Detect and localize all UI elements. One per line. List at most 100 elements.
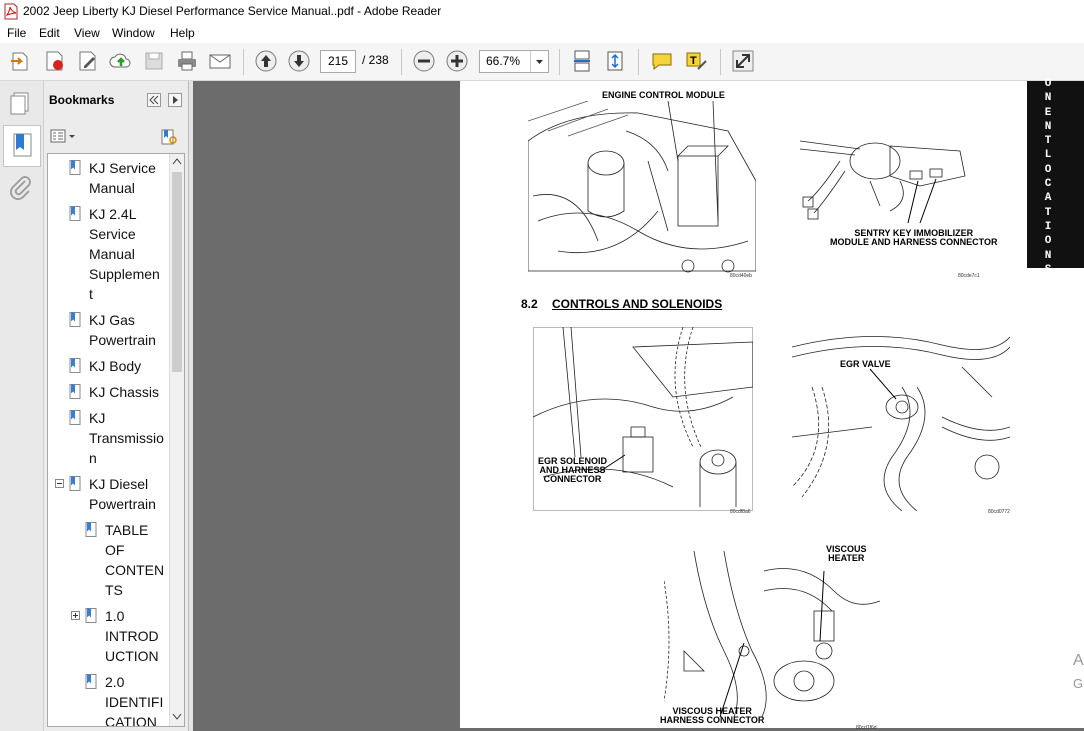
open-file-icon[interactable] <box>9 49 33 73</box>
bookmark-icon <box>85 674 97 689</box>
callout-egr-valve: EGR VALVE <box>840 359 891 369</box>
bookmark-item[interactable]: TABLE OF CONTEN TS <box>105 520 164 600</box>
expand-icon[interactable] <box>71 611 80 620</box>
bookmarks-panel: Bookmarks KJ Service Manual KJ 2.4L Service… <box>44 81 189 731</box>
bookmark-label-line: KJ Gas <box>89 312 135 328</box>
menu-help[interactable]: Help <box>170 26 195 40</box>
bookmark-item[interactable]: KJ Service Manual <box>89 158 156 198</box>
email-icon[interactable] <box>208 49 232 73</box>
attachment-icon[interactable] <box>5 173 37 205</box>
comment-icon[interactable] <box>650 49 674 73</box>
bookmark-icon <box>69 410 81 425</box>
bookmark-label-line: OF <box>105 542 125 558</box>
bookmark-icon <box>69 160 81 175</box>
page-number-input[interactable]: 215 <box>320 50 356 73</box>
expand-icon[interactable] <box>731 49 755 73</box>
collapse-icon[interactable] <box>55 479 64 488</box>
print-icon[interactable] <box>175 49 199 73</box>
toolbar-divider <box>401 49 402 75</box>
menu-edit[interactable]: Edit <box>39 26 60 40</box>
zoom-out-icon[interactable] <box>412 49 436 73</box>
callout-egr-solenoid: EGR SOLENOID AND HARNESS CONNECTOR <box>538 456 608 484</box>
zoom-in-icon[interactable] <box>445 49 469 73</box>
bookmark-label-line: Powertrain <box>89 332 156 348</box>
previous-page-icon[interactable] <box>254 49 278 73</box>
bookmark-icon <box>69 476 81 491</box>
bookmark-icon <box>85 522 97 537</box>
figure-engine-control-module <box>528 101 756 273</box>
bookmark-list: KJ Service Manual KJ 2.4L Service Manual Supp… <box>47 153 185 727</box>
toolbar-divider <box>638 49 639 75</box>
bookmark-scrollbar[interactable] <box>169 154 184 726</box>
section-side-tab: ONENT LOCATIONS <box>1027 78 1084 276</box>
menu-window[interactable]: Window <box>112 26 155 40</box>
scrollbar-thumb[interactable] <box>172 172 182 372</box>
collapse-panel-icon[interactable] <box>147 93 161 107</box>
bookmark-label-line: n <box>89 450 97 466</box>
bookmarks-tab[interactable] <box>3 125 41 167</box>
pdf-file-icon <box>4 3 18 20</box>
figure-code: 80cdf8a6 <box>730 509 751 515</box>
scroll-down-icon[interactable] <box>172 711 182 721</box>
find-bookmark-icon[interactable] <box>160 128 178 146</box>
panel-menu-icon[interactable] <box>168 93 182 107</box>
activation-watermark: A <box>1073 652 1084 669</box>
edit-pdf-icon[interactable] <box>76 49 100 73</box>
create-pdf-icon[interactable] <box>43 49 67 73</box>
bookmark-label-line: KJ Service <box>89 160 156 176</box>
bookmark-label-line: TS <box>105 582 123 598</box>
bookmark-label-line: t <box>89 286 93 302</box>
bookmark-icon <box>85 608 97 623</box>
menu-bar: File Edit View Window Help <box>0 24 1084 43</box>
upload-cloud-icon[interactable] <box>109 49 133 73</box>
bookmark-label-line: KJ <box>89 410 106 426</box>
highlight-icon[interactable]: T <box>684 49 708 73</box>
bookmark-item[interactable]: KJ Body <box>89 356 141 376</box>
bookmark-item[interactable]: KJ Diesel Powertrain <box>89 474 156 514</box>
zoom-select[interactable]: 66.7% <box>479 50 549 73</box>
bookmark-label-line: Service <box>89 226 136 242</box>
bookmarks-title: Bookmarks <box>49 93 115 107</box>
scroll-mode-icon[interactable] <box>570 49 594 73</box>
bookmark-icon <box>69 358 81 373</box>
navigation-pane <box>0 81 44 731</box>
bookmark-icon <box>69 384 81 399</box>
section-title: CONTROLS AND SOLENOIDS <box>552 297 723 311</box>
page-total: / 238 <box>362 53 389 67</box>
figure-code: 80cde7c1 <box>958 273 980 279</box>
svg-text:T: T <box>690 55 697 67</box>
fit-page-icon[interactable] <box>603 49 627 73</box>
toolbar: 215 / 238 66.7% T <box>0 43 1084 81</box>
chevron-down-icon[interactable] <box>530 51 548 72</box>
figure-viscous-heater <box>664 551 880 717</box>
bookmark-item[interactable]: 1.0 INTROD UCTION <box>105 606 159 666</box>
bookmark-label-line: 2.0 <box>105 674 125 690</box>
bookmark-item[interactable]: KJ Chassis <box>89 382 159 402</box>
save-icon[interactable] <box>142 49 166 73</box>
options-menu-icon[interactable] <box>50 129 76 143</box>
toolbar-divider <box>243 49 244 75</box>
figure-code: 80cd1f6d <box>856 725 877 731</box>
toolbar-divider <box>559 49 560 75</box>
menu-view[interactable]: View <box>74 26 100 40</box>
next-page-icon[interactable] <box>287 49 311 73</box>
bookmark-label-line: CONTEN <box>105 562 165 578</box>
bookmark-item[interactable]: KJ Transmissio n <box>89 408 164 468</box>
scroll-up-icon[interactable] <box>172 157 182 167</box>
bookmark-icon <box>69 206 81 221</box>
bookmark-item[interactable]: KJ Gas Powertrain <box>89 310 156 350</box>
bookmark-item[interactable]: KJ 2.4L Service Manual Supplemen t <box>89 204 160 304</box>
bookmark-label-line: KJ Diesel <box>89 476 149 492</box>
page-thumbnails-icon[interactable] <box>5 87 37 119</box>
menu-file[interactable]: File <box>7 26 26 40</box>
figure-code: 80cd40eb <box>730 273 752 279</box>
bookmark-label-line: Manual <box>89 180 135 196</box>
bookmark-label-line: KJ Chassis <box>89 384 160 400</box>
bookmark-label-line: Powertrain <box>89 496 156 512</box>
section-number: 8.2 <box>521 297 538 311</box>
bookmark-label-line: Transmissio <box>89 430 164 446</box>
bookmark-label-line: INTROD <box>105 628 159 644</box>
callout-viscous-connector: VISCOUS HEATER HARNESS CONNECTOR <box>660 706 765 725</box>
activation-watermark-line2: G <box>1073 676 1084 691</box>
bookmark-item[interactable]: 2.0 IDENTIFI CATION <box>105 672 163 726</box>
